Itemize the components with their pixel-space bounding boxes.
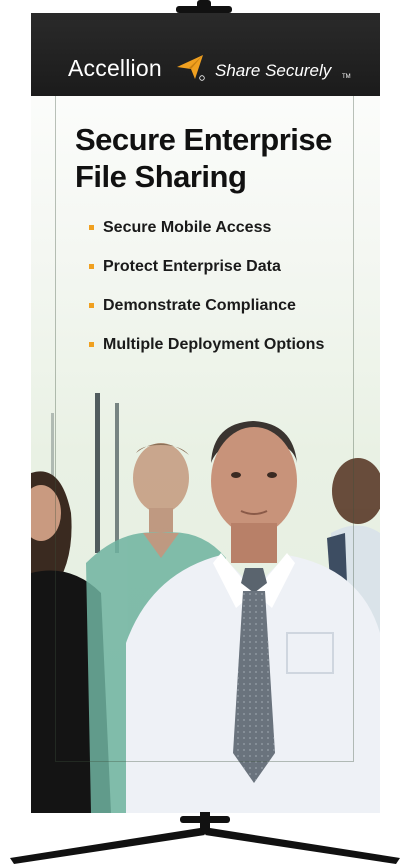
- brand-name: Accellion: [68, 55, 162, 81]
- feature-list: Secure Mobile Access Protect Enterprise …: [87, 218, 324, 374]
- banner-stand: Accellion Share Securely TM Secure Enter…: [0, 0, 410, 865]
- feature-label: Demonstrate Compliance: [103, 297, 296, 314]
- feature-label: Secure Mobile Access: [103, 219, 272, 236]
- business-people-photo: [31, 393, 380, 813]
- feature-item: Protect Enterprise Data: [87, 257, 324, 296]
- bullet-square-icon: [89, 303, 94, 308]
- feature-label: Multiple Deployment Options: [103, 336, 325, 353]
- brand-tagline: Share Securely: [215, 61, 332, 80]
- feature-item: Multiple Deployment Options: [87, 335, 324, 374]
- banner-headline: Secure Enterprise File Sharing: [75, 122, 332, 194]
- feature-item: Secure Mobile Access: [87, 218, 324, 257]
- tagline-trademark: TM: [342, 74, 351, 80]
- roll-up-banner: Accellion Share Securely TM Secure Enter…: [31, 13, 380, 813]
- stand-feet: [10, 828, 400, 864]
- paper-plane-logo-icon: [177, 55, 205, 81]
- feature-label: Protect Enterprise Data: [103, 258, 281, 275]
- bullet-square-icon: [89, 342, 94, 347]
- banner-header: Accellion Share Securely TM: [31, 13, 380, 96]
- bullet-square-icon: [89, 225, 94, 230]
- feature-item: Demonstrate Compliance: [87, 296, 324, 335]
- stand-top-bar: [176, 6, 232, 13]
- bullet-square-icon: [89, 264, 94, 269]
